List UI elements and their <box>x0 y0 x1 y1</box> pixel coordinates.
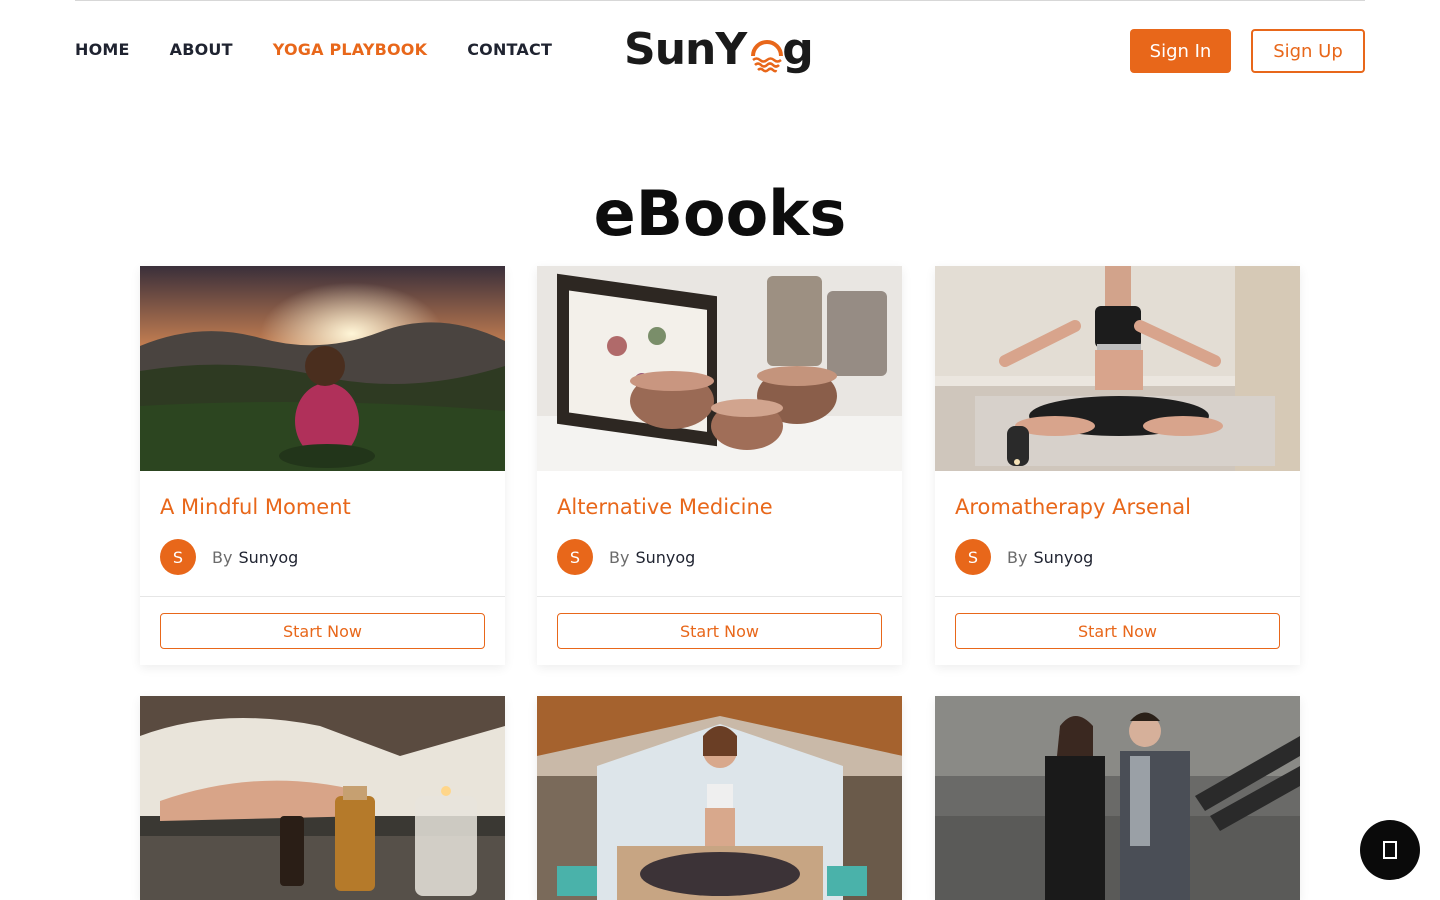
ebook-card: A Mindful Moment S By Sunyog Start Now <box>140 266 505 665</box>
card-title[interactable]: A Mindful Moment <box>160 493 485 521</box>
author-name: Sunyog <box>1033 547 1094 567</box>
by-label: By <box>609 547 630 567</box>
by-label: By <box>1007 547 1028 567</box>
card-author: S By Sunyog <box>160 539 298 575</box>
sunyog-logo[interactable]: SunY g <box>624 24 818 76</box>
start-now-button[interactable]: Start Now <box>557 613 882 649</box>
chat-button[interactable] <box>1360 820 1420 880</box>
author-avatar: S <box>557 539 593 575</box>
ebook-card: Aromatherapy Arsenal S By Sunyog Start N… <box>935 266 1300 665</box>
nav-yoga-playbook[interactable]: YOGA PLAYBOOK <box>273 40 427 60</box>
card-image-yoga-studio[interactable] <box>537 696 902 900</box>
card-author: S By Sunyog <box>955 539 1093 575</box>
card-author: S By Sunyog <box>557 539 695 575</box>
nav-contact[interactable]: CONTACT <box>467 40 552 60</box>
by-label: By <box>212 547 233 567</box>
card-image-singing-bowls[interactable] <box>537 266 902 471</box>
card-image-sunset-meditation[interactable] <box>140 266 505 471</box>
author-avatar: S <box>955 539 991 575</box>
chat-icon <box>1383 841 1397 859</box>
card-title[interactable]: Alternative Medicine <box>557 493 882 521</box>
card-footer: Start Now <box>140 596 505 665</box>
card-title[interactable]: Aromatherapy Arsenal <box>955 493 1280 521</box>
top-divider <box>75 0 1365 1</box>
card-footer: Start Now <box>935 596 1300 665</box>
card-body: A Mindful Moment S By Sunyog <box>140 471 505 596</box>
author-avatar: S <box>160 539 196 575</box>
card-body: Alternative Medicine S By Sunyog <box>537 471 902 596</box>
card-footer: Start Now <box>537 596 902 665</box>
ebook-card: Alternative Medicine S By Sunyog Start N… <box>537 266 902 665</box>
author-name: Sunyog <box>238 547 299 567</box>
card-image-essential-oils[interactable] <box>140 696 505 900</box>
start-now-button[interactable]: Start Now <box>955 613 1280 649</box>
sun-over-waves-icon <box>751 40 783 73</box>
card-image-lotus-pose[interactable] <box>935 266 1300 471</box>
author-name: Sunyog <box>635 547 696 567</box>
main-nav: HOME ABOUT YOGA PLAYBOOK CONTACT <box>75 40 592 60</box>
sign-in-button[interactable]: Sign In <box>1130 29 1231 73</box>
sign-up-button[interactable]: Sign Up <box>1251 29 1365 73</box>
start-now-button[interactable]: Start Now <box>160 613 485 649</box>
nav-about[interactable]: ABOUT <box>170 40 233 60</box>
page-title: eBooks <box>593 177 847 250</box>
ebook-card <box>935 696 1300 900</box>
card-body: Aromatherapy Arsenal S By Sunyog <box>935 471 1300 596</box>
card-image-street-couple[interactable] <box>935 696 1300 900</box>
nav-home[interactable]: HOME <box>75 40 130 60</box>
ebook-card <box>537 696 902 900</box>
ebook-card <box>140 696 505 900</box>
